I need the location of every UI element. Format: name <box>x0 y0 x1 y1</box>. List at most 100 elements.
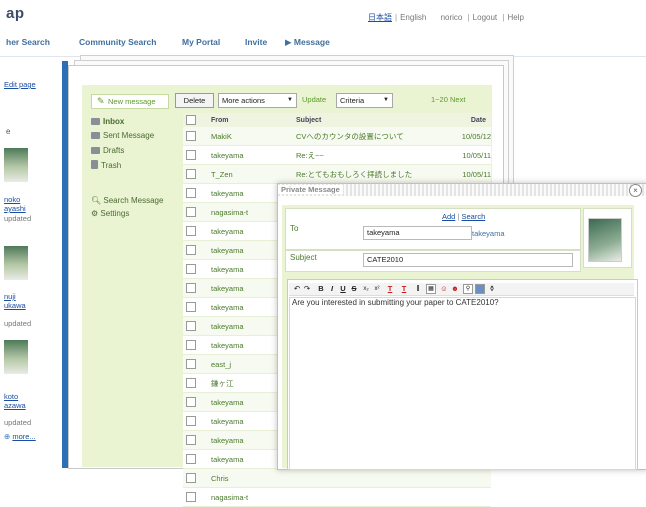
recipient-avatar <box>588 218 622 262</box>
avatar[interactable] <box>4 148 28 182</box>
row-subject[interactable] <box>293 487 433 507</box>
more-link[interactable]: ⊕ more... <box>4 432 36 441</box>
folder-sent[interactable]: Sent Message <box>91 130 154 142</box>
nav-community-search[interactable]: Community Search <box>79 37 156 47</box>
nav-my-portal[interactable]: My Portal <box>182 37 220 47</box>
settings-link[interactable]: ⚙ Settings <box>91 208 129 220</box>
avatar[interactable] <box>4 246 28 280</box>
edit-page-link[interactable]: Edit page <box>4 80 36 89</box>
superscript-icon[interactable]: x² <box>372 284 382 294</box>
strikethrough-icon[interactable]: S <box>349 284 359 294</box>
nav-other-search[interactable]: her Search <box>6 37 50 47</box>
row-subject[interactable] <box>293 468 433 488</box>
image-icon[interactable] <box>475 284 485 294</box>
row-checkbox[interactable] <box>186 340 196 350</box>
table-row[interactable]: T_Zen Re:とてもおもしろく拝読しました 10/05/11 <box>183 164 491 184</box>
delete-button[interactable]: Delete <box>175 93 214 108</box>
text-color-icon[interactable]: T <box>385 284 395 294</box>
row-checkbox[interactable] <box>186 283 196 293</box>
attach-icon[interactable]: ⚱ <box>487 284 497 294</box>
folder-inbox[interactable]: Inbox <box>91 116 124 128</box>
to-links: Add | Search <box>442 212 486 221</box>
lang-japanese-link[interactable]: 日本語 <box>368 13 392 22</box>
row-checkbox[interactable] <box>186 226 196 236</box>
col-date[interactable]: Date <box>433 113 491 127</box>
to-label: To <box>290 224 299 233</box>
table-row[interactable]: Chris <box>183 468 491 488</box>
to-input[interactable]: takeyama <box>363 226 472 240</box>
row-checkbox[interactable] <box>186 435 196 445</box>
link-icon[interactable]: ⚲ <box>463 284 473 294</box>
close-icon[interactable]: × <box>629 184 642 197</box>
pencil-icon: ✎ <box>97 96 105 106</box>
lang-english[interactable]: English <box>400 13 426 22</box>
table-row[interactable]: nagasima-t <box>183 487 491 507</box>
row-subject[interactable]: CVへのカウンタの設置について <box>293 127 433 146</box>
clear-format-icon[interactable]: Ⅰ <box>413 284 423 294</box>
row-from[interactable]: Chris <box>208 468 293 488</box>
row-checkbox[interactable] <box>186 131 196 141</box>
row-checkbox[interactable] <box>186 378 196 388</box>
nav-message[interactable]: ▶ Message <box>285 37 330 48</box>
row-checkbox[interactable] <box>186 492 196 502</box>
pager-next[interactable]: 1~20 Next <box>431 93 465 106</box>
italic-icon[interactable]: I <box>327 284 337 294</box>
add-recipient-link[interactable]: Add <box>442 212 455 221</box>
help-link[interactable]: Help <box>507 13 523 22</box>
folder-drafts[interactable]: Drafts <box>91 145 124 157</box>
message-body-field[interactable] <box>289 297 636 470</box>
more-actions-select[interactable]: More actions ▼ <box>218 93 297 108</box>
highlight-color-icon[interactable]: T <box>399 284 409 294</box>
row-checkbox[interactable] <box>186 169 196 179</box>
undo-icon[interactable]: ↶ <box>292 284 302 294</box>
message-body-text: Are you interested in submitting your pa… <box>292 298 499 307</box>
user-link[interactable]: nuji ukawa <box>4 292 26 310</box>
select-all-checkbox[interactable] <box>186 115 196 125</box>
row-checkbox[interactable] <box>186 188 196 198</box>
subscript-icon[interactable]: x₂ <box>361 284 371 294</box>
underline-icon[interactable]: U <box>338 284 348 294</box>
new-message-button[interactable]: ✎ New message <box>91 94 169 109</box>
user-link[interactable]: noko ayashi <box>4 195 26 213</box>
search-message-link[interactable]: 🔍︎ Search Message <box>91 195 163 207</box>
row-from[interactable]: takeyama <box>208 145 293 165</box>
row-from[interactable]: nagasima-t <box>208 487 293 507</box>
emoji-alt-icon[interactable]: ☻ <box>450 284 460 294</box>
table-row[interactable]: MakiK CVへのカウンタの設置について 10/05/12 <box>183 127 491 146</box>
search-recipient-link[interactable]: Search <box>461 212 485 221</box>
trash-icon <box>91 160 98 169</box>
redo-icon[interactable]: ↷ <box>302 284 312 294</box>
avatar[interactable] <box>4 340 28 374</box>
row-from[interactable]: MakiK <box>208 127 293 146</box>
row-subject[interactable]: Re:え~~ <box>293 145 433 165</box>
row-checkbox[interactable] <box>186 359 196 369</box>
emoji-icon[interactable]: ☺ <box>439 284 449 294</box>
bold-icon[interactable]: B <box>316 284 326 294</box>
criteria-select[interactable]: Criteria ▼ <box>336 93 393 108</box>
table-icon[interactable]: ▦ <box>426 284 436 294</box>
user-link[interactable]: koto azawa <box>4 392 26 410</box>
row-checkbox[interactable] <box>186 321 196 331</box>
row-subject[interactable]: Re:とてもおもしろく拝読しました <box>293 164 433 184</box>
row-checkbox[interactable] <box>186 245 196 255</box>
logout-link[interactable]: Logout <box>473 13 497 22</box>
row-checkbox[interactable] <box>186 264 196 274</box>
subject-input[interactable]: CATE2010 <box>363 253 573 267</box>
row-checkbox[interactable] <box>186 416 196 426</box>
row-checkbox[interactable] <box>186 397 196 407</box>
chevron-down-icon: ▼ <box>383 97 389 103</box>
chevron-down-icon: ▼ <box>287 97 293 103</box>
col-from[interactable]: From <box>208 113 293 127</box>
folder-trash[interactable]: Trash <box>91 160 121 172</box>
update-link[interactable]: Update <box>302 93 326 106</box>
nav-invite[interactable]: Invite <box>245 37 267 47</box>
table-row[interactable]: takeyama Re:え~~ 10/05/11 <box>183 145 491 165</box>
row-checkbox[interactable] <box>186 473 196 483</box>
row-checkbox[interactable] <box>186 302 196 312</box>
row-checkbox[interactable] <box>186 150 196 160</box>
col-subject[interactable]: Subject <box>293 113 433 127</box>
row-checkbox[interactable] <box>186 207 196 217</box>
dialog-titlebar[interactable]: Private Message <box>278 184 646 196</box>
row-from[interactable]: T_Zen <box>208 164 293 184</box>
row-checkbox[interactable] <box>186 454 196 464</box>
